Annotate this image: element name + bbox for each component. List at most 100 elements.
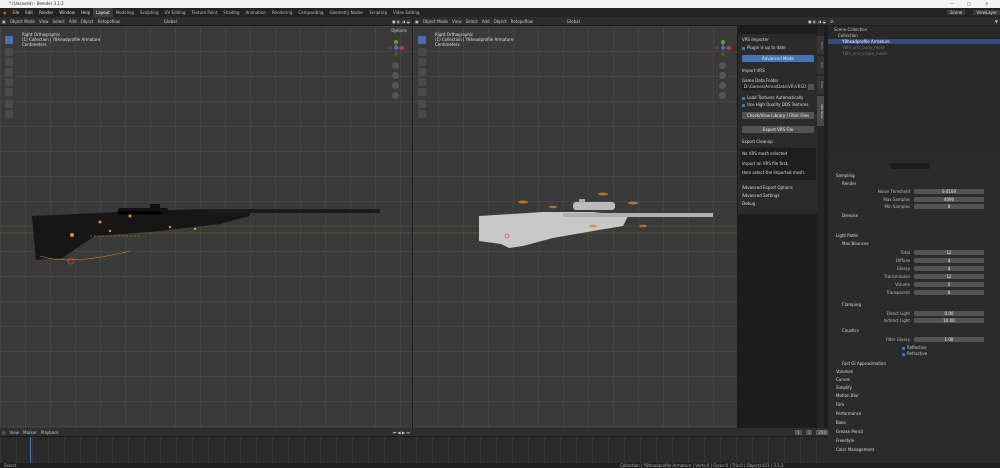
menu-file[interactable]: File — [10, 10, 23, 15]
tab-scripting[interactable]: Scripting — [366, 8, 390, 17]
total-bounces-field[interactable]: 12 — [914, 250, 984, 255]
view-layer-selector[interactable]: ViewLayer — [973, 10, 1000, 15]
section-fast-gi[interactable]: Fast GI Approximation — [842, 361, 886, 366]
editor-type-icon[interactable]: ▣ — [0, 19, 8, 24]
menu-select[interactable]: Select — [463, 19, 479, 24]
volume-bounces-field[interactable]: 0 — [914, 282, 984, 287]
timeline-menu-marker[interactable]: Marker — [21, 430, 39, 435]
timeline-track[interactable] — [0, 437, 828, 463]
outliner-armature[interactable]: Y8headprofile Armature — [828, 39, 1000, 44]
right-viewport[interactable]: Right Orthographic (1) Collection | Y8he… — [413, 26, 737, 428]
filter-glossy-field[interactable]: 1.00 — [914, 337, 984, 342]
pivot-selector[interactable]: Retopoflow — [96, 19, 122, 24]
outliner-scope-mesh[interactable]: Y8hl_vrst_scope_mesh — [828, 51, 1000, 56]
glossy-bounces-field[interactable]: 4 — [914, 266, 984, 271]
filter-icon[interactable]: ▼ — [993, 19, 1000, 24]
section-sampling[interactable]: Sampling — [836, 173, 855, 178]
tab-sculpting[interactable]: Sculpting — [137, 8, 162, 17]
menu-select[interactable]: Select — [50, 19, 66, 24]
transparent-bounces-field[interactable]: 8 — [914, 290, 984, 295]
tab-tool[interactable]: Tool — [817, 56, 824, 74]
load-textures-checkbox[interactable]: Load Textures Automatically — [742, 95, 803, 100]
mode-selector[interactable]: Object Mode — [8, 19, 37, 24]
outliner-scene-collection[interactable]: Scene Collection — [828, 27, 1000, 32]
end-frame-field[interactable]: 250 — [816, 429, 828, 435]
tab-compositing[interactable]: Compositing — [295, 8, 326, 17]
direct-light-field[interactable]: 0.00 — [914, 311, 984, 316]
refractive-checkbox[interactable]: Refractive — [902, 351, 927, 356]
menu-view[interactable]: View — [450, 19, 464, 24]
outliner-editor-icon[interactable]: ☰ — [828, 19, 836, 24]
section-freestyle[interactable]: Freestyle — [836, 438, 854, 443]
tab-uv-editing[interactable]: UV Editing — [162, 8, 189, 17]
section-render[interactable]: Render — [842, 181, 856, 186]
game-data-path-input[interactable]: D:\Games\Arma\Data\VR\VRSData — [742, 84, 806, 90]
blender-logo-icon[interactable]: ◉ — [0, 10, 10, 15]
advanced-mode-button[interactable]: Advanced Mode — [742, 55, 814, 62]
max-samples-field[interactable]: 4096 — [914, 197, 984, 202]
outliner-collection[interactable]: Collection — [828, 33, 1000, 38]
indirect-light-field[interactable]: 10.00 — [914, 318, 984, 323]
section-color-management[interactable]: Color Management — [836, 447, 874, 452]
timeline-editor-icon[interactable]: ◷ — [0, 430, 8, 435]
section-denoise[interactable]: Denoise — [842, 213, 858, 218]
scene-selector[interactable]: Scene — [947, 10, 966, 15]
tab-view[interactable]: View — [817, 76, 824, 94]
section-volumes[interactable]: Volumes — [836, 369, 853, 374]
tab-geometry-nodes[interactable]: Geometry Nodes — [326, 8, 366, 17]
mode-selector[interactable]: Object Mode — [421, 19, 450, 24]
playhead[interactable] — [30, 437, 31, 463]
outliner-body-mesh[interactable]: Y8hl_vrst_body_mesh — [828, 45, 1000, 50]
maximize-icon[interactable]: □ — [967, 1, 971, 6]
tab-video-editing[interactable]: Video Editing — [390, 8, 422, 17]
close-icon[interactable]: ✕ — [985, 1, 988, 6]
tab-vrs-tools[interactable]: VRS Tools — [817, 96, 824, 126]
properties-search-input[interactable] — [890, 163, 930, 169]
menu-edit[interactable]: Edit — [22, 10, 36, 15]
shading-icons[interactable]: ● ◐ ◑ ◒ — [806, 19, 828, 24]
minimize-icon[interactable]: — — [950, 1, 954, 6]
menu-add[interactable]: Add — [67, 19, 79, 24]
section-motion-blur[interactable]: Motion Blur — [836, 393, 859, 398]
section-curves[interactable]: Curves — [836, 377, 850, 382]
min-samples-field[interactable]: 0 — [914, 204, 984, 209]
editor-type-icon[interactable]: ▣ — [413, 19, 421, 24]
advanced-export-options[interactable]: Advanced Export Options — [742, 185, 793, 190]
section-clamping[interactable]: Clamping — [842, 302, 861, 307]
diffuse-bounces-field[interactable]: 4 — [914, 258, 984, 263]
tab-layout[interactable]: Layout — [93, 8, 113, 17]
section-film[interactable]: Film — [836, 402, 844, 407]
debug-option[interactable]: Debug — [742, 201, 755, 206]
section-max-bounces[interactable]: Max Bounces — [842, 241, 869, 246]
hq-dds-checkbox[interactable]: Use High Quality DDS Textures — [742, 102, 808, 107]
section-light-paths[interactable]: Light Paths — [836, 233, 858, 238]
timeline-menu-view[interactable]: View — [8, 430, 22, 435]
tab-rendering[interactable]: Rendering — [269, 8, 295, 17]
tab-item[interactable]: Item — [817, 36, 824, 54]
noise-threshold-field[interactable]: 0.0100 — [914, 189, 984, 194]
section-simplify[interactable]: Simplify — [836, 385, 852, 390]
playback-controls-icon[interactable]: ⏮ ◀ ▶ ⏭ — [391, 430, 412, 435]
start-frame-field[interactable]: 1 — [805, 429, 813, 435]
left-viewport[interactable]: Right Orthographic (1) Collection | Y8he… — [0, 26, 412, 428]
section-caustics[interactable]: Caustics — [842, 328, 859, 333]
folder-icon[interactable] — [808, 84, 814, 90]
section-bake[interactable]: Bake — [836, 420, 846, 425]
advanced-settings[interactable]: Advanced Settings — [742, 193, 779, 198]
reflective-checkbox[interactable]: Reflective — [902, 345, 927, 350]
orientation-selector[interactable]: Global — [565, 19, 582, 24]
pivot-selector[interactable]: Retopoflow — [509, 19, 535, 24]
orientation-selector[interactable]: Global — [162, 19, 179, 24]
section-grease-pencil[interactable]: Grease Pencil — [836, 429, 863, 434]
menu-add[interactable]: Add — [480, 19, 492, 24]
menu-object[interactable]: Object — [79, 19, 96, 24]
shading-icons[interactable]: ● ◐ ◑ ◒ — [390, 19, 412, 24]
section-performance[interactable]: Performance — [836, 411, 861, 416]
menu-view[interactable]: View — [37, 19, 51, 24]
export-vrs-button[interactable]: Export VRS File — [742, 126, 814, 133]
transmission-bounces-field[interactable]: 12 — [914, 274, 984, 279]
menu-help[interactable]: Help — [78, 10, 93, 15]
current-frame-field[interactable]: 1 — [795, 429, 802, 435]
timeline-menu-playback[interactable]: Playback — [39, 430, 61, 435]
check-library-button[interactable]: Check/View Library / Filter Files — [742, 112, 814, 119]
